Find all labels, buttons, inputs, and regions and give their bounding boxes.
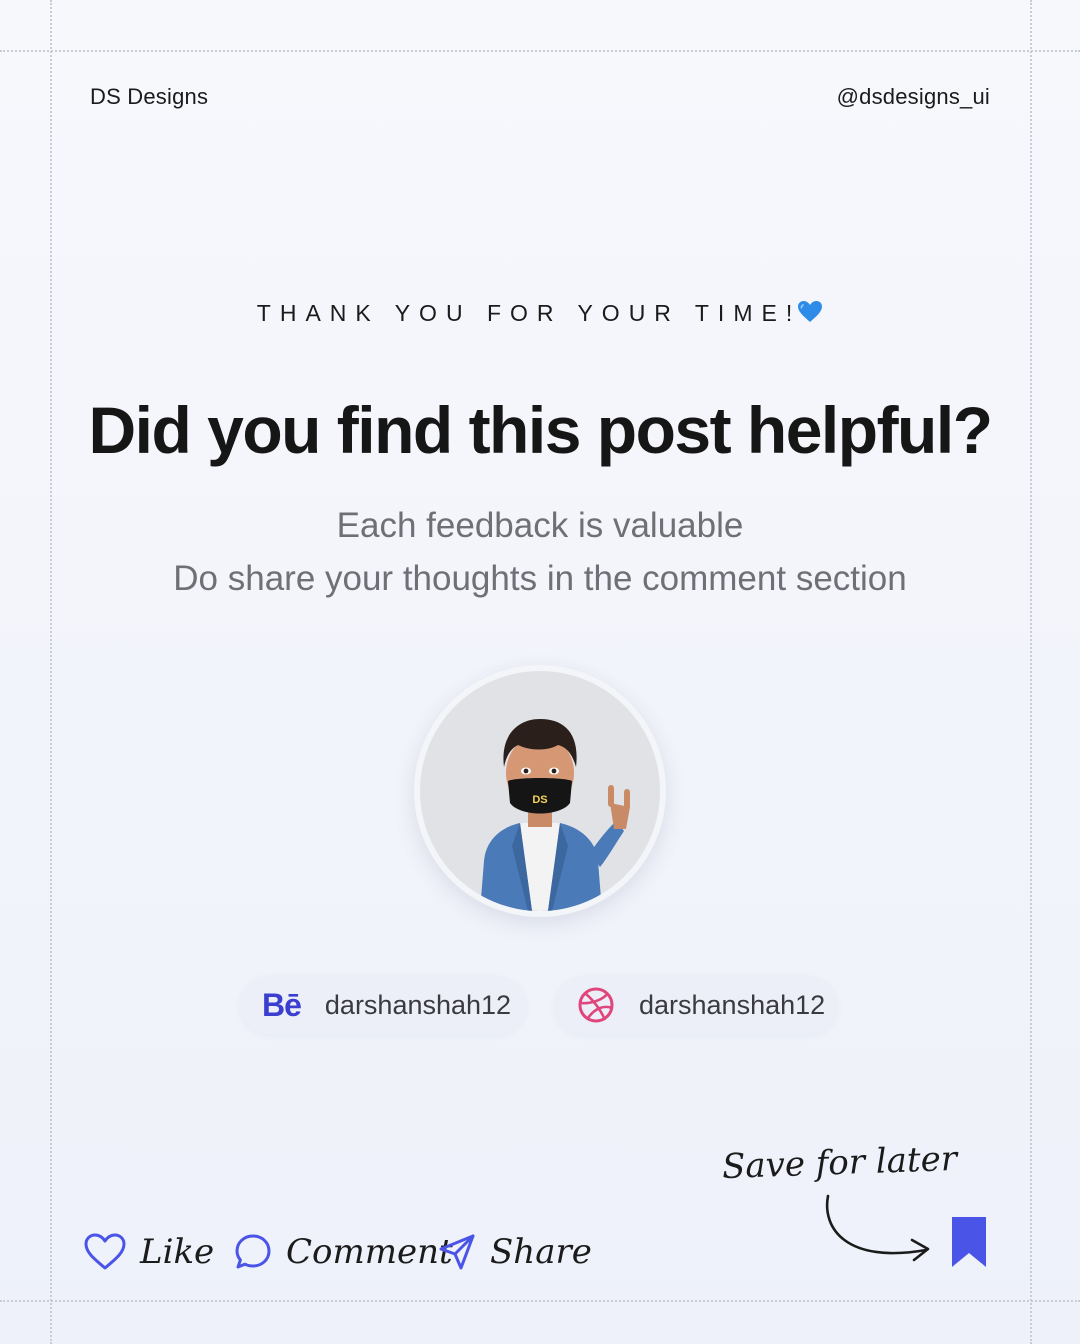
bottom-guide-line <box>0 1300 1080 1302</box>
share-label: Share <box>490 1232 592 1272</box>
dribbble-icon <box>578 987 614 1023</box>
heart-icon <box>84 1233 126 1270</box>
account-handle[interactable]: @dsdesigns_ui <box>837 84 990 110</box>
avatar-illustration: DS <box>420 671 660 911</box>
avatar: DS <box>414 665 666 917</box>
like-button[interactable]: Like <box>84 1228 214 1276</box>
subtitle-line-1: Each feedback is valuable <box>336 506 744 545</box>
behance-icon: Bē <box>262 986 302 1023</box>
left-guide-line <box>50 0 52 1344</box>
share-button[interactable]: Share <box>438 1228 592 1276</box>
curved-arrow-icon <box>825 1194 930 1262</box>
top-guide-line <box>0 50 1080 52</box>
comment-icon <box>235 1234 271 1269</box>
dribbble-link[interactable]: darshanshah12 <box>555 976 837 1034</box>
blue-heart-icon <box>798 301 823 322</box>
dribbble-username: darshanshah12 <box>639 989 826 1020</box>
brand-name: DS Designs <box>90 84 209 109</box>
send-icon <box>439 1234 475 1270</box>
bookmark-icon[interactable] <box>950 1215 988 1269</box>
mask-text: DS <box>532 794 547 806</box>
right-guide-line <box>1030 0 1032 1344</box>
eyebrow-label: THANK YOU FOR YOUR TIME! <box>256 300 802 326</box>
subtitle-line-2: Do share your thoughts in the comment se… <box>173 559 907 598</box>
eyebrow-text: THANK YOU FOR YOUR TIME! <box>0 300 1080 327</box>
behance-link[interactable]: Bē darshanshah12 <box>240 976 526 1034</box>
save-for-later-note: Save for later <box>721 1138 958 1188</box>
behance-username: darshanshah12 <box>324 989 512 1020</box>
page-title: Did you find this post helpful? <box>88 393 993 467</box>
like-label: Like <box>140 1232 215 1272</box>
comment-button[interactable]: Comment <box>234 1228 453 1276</box>
comment-label: Comment <box>286 1232 453 1272</box>
